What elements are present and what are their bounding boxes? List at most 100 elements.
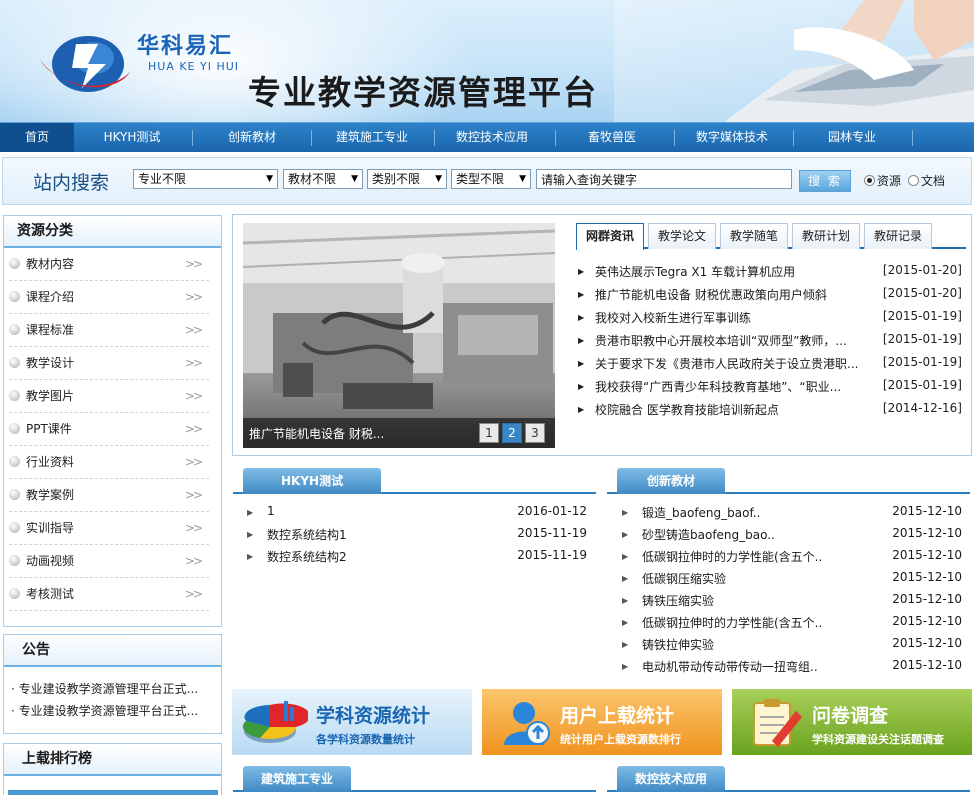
list-item-date: 2015-11-19	[517, 548, 587, 562]
section-hkyh-tab[interactable]: HKYH测试	[243, 468, 382, 494]
list-item[interactable]: ▶ 数控系统结构1 2015-11-19	[247, 526, 587, 548]
list-item-title[interactable]: 1	[267, 504, 275, 518]
slideshow[interactable]: 推广节能机电设备 财税... 1 2 3	[243, 223, 555, 448]
news-title[interactable]: 推广节能机电设备 财税优惠政策向用户倾斜	[595, 286, 859, 303]
news-item[interactable]: ▶ 校院融合 医学教育技能培训新起点 [2014-12-16]	[578, 401, 966, 424]
news-title[interactable]: 我校对入校新生进行军事训练	[595, 309, 859, 326]
list-item-title[interactable]: 铸铁压缩实验	[642, 592, 714, 609]
category-item[interactable]: 动画视频 >>	[9, 545, 209, 578]
dropdown-arrow-icon: ▼	[351, 174, 358, 184]
news-item[interactable]: ▶ 关于要求下发《贵港市人民政府关于设立贵港职... [2015-01-19]	[578, 355, 966, 378]
tab-research-plan[interactable]: 教研计划	[792, 223, 860, 249]
category-item[interactable]: 教学案例 >>	[9, 479, 209, 512]
news-title[interactable]: 校院融合 医学教育技能培训新起点	[595, 401, 859, 418]
type-filter-value: 类型不限	[456, 172, 505, 186]
category-item[interactable]: 教学图片 >>	[9, 380, 209, 413]
list-item[interactable]: ▶ 铸铁压缩实验 2015-12-10	[622, 592, 962, 614]
brand-logo-icon[interactable]	[36, 24, 134, 98]
list-item[interactable]: ▶ 低碳钢拉伸时的力学性能(含五个.. 2015-12-10	[622, 614, 962, 636]
double-chevron-icon: >>	[184, 290, 203, 304]
user-upload-stats-banner[interactable]: 用户上载统计 统计用户上载资源数排行	[482, 689, 722, 755]
tab-network-news[interactable]: 网群资讯	[576, 223, 644, 250]
triangle-bullet-icon: ▶	[247, 530, 254, 539]
type-filter-select[interactable]: 类型不限 ▼	[451, 169, 531, 189]
nav-item-cnc[interactable]: 数控技术应用	[436, 123, 548, 152]
list-item[interactable]: ▶ 数控系统结构2 2015-11-19	[247, 548, 587, 570]
list-item[interactable]: ▶ 电动机带动传动带传动一扭弯组.. 2015-12-10	[622, 658, 962, 680]
section-construction-tab[interactable]: 建筑施工专业	[243, 766, 352, 792]
news-title[interactable]: 英伟达展示Tegra X1 车载计算机应用	[595, 263, 859, 280]
slide-page-1[interactable]: 1	[479, 423, 499, 443]
major-filter-select[interactable]: 专业不限 ▼	[133, 169, 278, 189]
list-item-date: 2015-12-10	[892, 636, 962, 650]
category-label: PPT课件	[26, 422, 72, 436]
textbook-filter-select[interactable]: 教材不限 ▼	[283, 169, 363, 189]
radio-checked-icon	[864, 175, 875, 186]
search-button[interactable]: 搜 索	[799, 170, 851, 192]
section-cnc-header: 数控技术应用	[607, 764, 970, 792]
notice-item[interactable]: · 专业建设教学资源管理平台正式...	[4, 700, 221, 722]
bullet-icon	[9, 555, 20, 566]
resource-category-panel: 资源分类 教材内容 >> 课程介绍 >> 课程标准 >> 教学设计 >> 教学图片 >> …	[3, 215, 222, 627]
list-item-title[interactable]: 低碳钢拉伸时的力学性能(含五个..	[642, 548, 822, 565]
list-item[interactable]: ▶ 铸铁拉伸实验 2015-12-10	[622, 636, 962, 658]
tab-research-record[interactable]: 教研记录	[864, 223, 932, 249]
category-item[interactable]: 教材内容 >>	[9, 248, 209, 281]
nav-item-home[interactable]: 首页	[0, 123, 74, 152]
list-item-title[interactable]: 低碳钢拉伸时的力学性能(含五个..	[642, 614, 822, 631]
list-item[interactable]: ▶ 1 2016-01-12	[247, 504, 587, 526]
category-label: 考核测试	[26, 587, 75, 601]
nav-item-innovation[interactable]: 创新教材	[196, 123, 308, 152]
scope-document-radio[interactable]: 文档	[908, 172, 945, 189]
news-date: [2015-01-19]	[882, 309, 962, 323]
news-title[interactable]: 关于要求下发《贵港市人民政府关于设立贵港职...	[595, 355, 859, 372]
upload-ranking-title: 上载排行榜	[4, 744, 221, 776]
nav-item-digital-media[interactable]: 数字媒体技术	[676, 123, 788, 152]
list-item-title[interactable]: 锻造_baofeng_baof..	[642, 504, 760, 521]
list-item[interactable]: ▶ 低碳钢压缩实验 2015-12-10	[622, 570, 962, 592]
news-date: [2014-12-16]	[882, 401, 962, 415]
notice-item[interactable]: · 专业建设教学资源管理平台正式...	[4, 678, 221, 700]
category-item[interactable]: 考核测试 >>	[9, 578, 209, 611]
list-item-title[interactable]: 砂型铸造baofeng_bao..	[642, 526, 775, 543]
category-item[interactable]: PPT课件 >>	[9, 413, 209, 446]
category-item[interactable]: 实训指导 >>	[9, 512, 209, 545]
category-item[interactable]: 教学设计 >>	[9, 347, 209, 380]
nav-item-veterinary[interactable]: 畜牧兽医	[556, 123, 668, 152]
news-title[interactable]: 贵港市职教中心开展校本培训“双师型”教师，...	[595, 332, 859, 349]
scope-resource-radio[interactable]: 资源	[864, 172, 901, 189]
list-item[interactable]: ▶ 砂型铸造baofeng_bao.. 2015-12-10	[622, 526, 962, 548]
list-item-title[interactable]: 电动机带动传动带传动一扭弯组..	[642, 658, 818, 675]
list-item[interactable]: ▶ 锻造_baofeng_baof.. 2015-12-10	[622, 504, 962, 526]
brand-name-english: HUA KE YI HUI	[148, 60, 240, 73]
slide-page-3[interactable]: 3	[525, 423, 545, 443]
list-item-title[interactable]: 数控系统结构2	[267, 548, 347, 565]
section-cnc-tab[interactable]: 数控技术应用	[617, 766, 726, 792]
nav-item-hkyh[interactable]: HKYH测试	[80, 123, 184, 152]
section-innovation-tab[interactable]: 创新教材	[617, 468, 726, 494]
subject-resource-stats-banner[interactable]: 学科资源统计 各学科资源数量统计	[232, 689, 472, 755]
news-item[interactable]: ▶ 我校获得“广西青少年科技教育基地”、“职业... [2015-01-19]	[578, 378, 966, 401]
tab-teaching-essays[interactable]: 教学随笔	[720, 223, 788, 249]
news-item[interactable]: ▶ 推广节能机电设备 财税优惠政策向用户倾斜 [2015-01-20]	[578, 286, 966, 309]
news-title[interactable]: 我校获得“广西青少年科技教育基地”、“职业...	[595, 378, 859, 395]
category-filter-select[interactable]: 类别不限 ▼	[367, 169, 447, 189]
triangle-bullet-icon: ▶	[578, 313, 585, 322]
list-item-title[interactable]: 数控系统结构1	[267, 526, 347, 543]
list-item-title[interactable]: 铸铁拉伸实验	[642, 636, 714, 653]
nav-item-construction[interactable]: 建筑施工专业	[312, 123, 432, 152]
tab-teaching-papers[interactable]: 教学论文	[648, 223, 716, 249]
news-item[interactable]: ▶ 贵港市职教中心开展校本培训“双师型”教师，... [2015-01-19]	[578, 332, 966, 355]
nav-item-landscape[interactable]: 园林专业	[796, 123, 908, 152]
keyword-input[interactable]	[536, 169, 792, 189]
news-item[interactable]: ▶ 英伟达展示Tegra X1 车载计算机应用 [2015-01-20]	[578, 263, 966, 286]
list-item-title[interactable]: 低碳钢压缩实验	[642, 570, 726, 587]
news-item[interactable]: ▶ 我校对入校新生进行军事训练 [2015-01-19]	[578, 309, 966, 332]
laptop-hands-illustration	[614, 0, 974, 122]
category-item[interactable]: 课程介绍 >>	[9, 281, 209, 314]
list-item[interactable]: ▶ 低碳钢拉伸时的力学性能(含五个.. 2015-12-10	[622, 548, 962, 570]
category-item[interactable]: 课程标准 >>	[9, 314, 209, 347]
survey-banner[interactable]: 问卷调查 学科资源建设关注话题调查	[732, 689, 972, 755]
slide-page-2[interactable]: 2	[502, 423, 522, 443]
category-item[interactable]: 行业资料 >>	[9, 446, 209, 479]
